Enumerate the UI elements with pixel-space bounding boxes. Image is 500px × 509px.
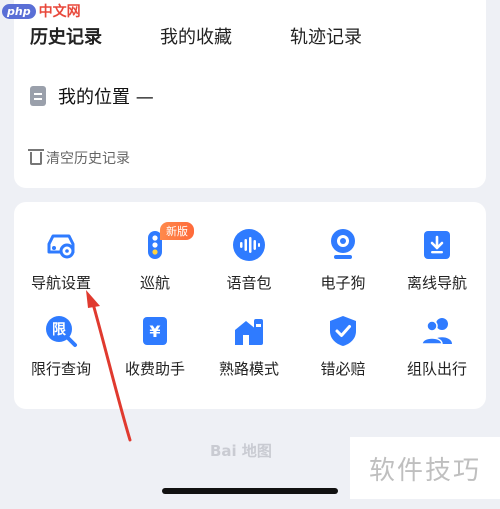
tool-label: 巡航 [139, 274, 170, 292]
shield-check-icon [326, 314, 360, 348]
tab-history[interactable]: 历史记录 [30, 23, 102, 49]
home-route-icon [232, 314, 266, 348]
toll-yuan-icon: ¥ [138, 314, 172, 348]
tool-voice-pack[interactable]: 语音包 [202, 228, 296, 293]
watermark-php: php 中文网 [0, 0, 81, 22]
tool-label: 语音包 [226, 274, 272, 292]
history-item-my-location[interactable]: 我的位置 — [30, 83, 154, 109]
tool-label: 收费助手 [124, 360, 185, 378]
home-indicator[interactable] [162, 488, 338, 494]
trash-icon [28, 148, 44, 165]
voice-wave-icon [232, 228, 266, 262]
tool-speed-camera[interactable]: 电子狗 [296, 228, 390, 293]
tool-offline-nav[interactable]: 离线导航 [390, 228, 484, 293]
svg-text:¥: ¥ [149, 322, 160, 341]
tool-label: 离线导航 [406, 274, 467, 292]
php-logo: php [2, 3, 36, 19]
tab-tracks[interactable]: 轨迹记录 [290, 23, 362, 49]
tool-label: 组队出行 [406, 360, 467, 378]
document-icon [30, 86, 46, 106]
php-site-name: 中文网 [38, 4, 81, 20]
tool-restriction-search[interactable]: 限 限行查询 [14, 314, 108, 379]
history-item-label: 我的位置 — [58, 87, 154, 108]
tool-label: 错必赔 [320, 360, 366, 378]
car-settings-icon [44, 228, 78, 262]
clear-history-label: 清空历史记录 [46, 151, 130, 167]
tool-label: 导航设置 [30, 274, 91, 292]
tool-label: 熟路模式 [218, 360, 279, 378]
svg-text:限: 限 [52, 322, 66, 338]
tool-familiar-route[interactable]: 熟路模式 [202, 314, 296, 379]
tools-card: 导航设置 巡航 语音包 电子狗 离线导航 限 限行查询 ¥ 收费助手 熟路模式 … [14, 202, 486, 409]
tool-compensation[interactable]: 错必赔 [296, 314, 390, 379]
clear-history-button[interactable]: 清空历史记录 [28, 148, 130, 168]
download-icon [420, 228, 454, 262]
tab-bar: 历史记录 我的收藏 轨迹记录 [30, 23, 470, 53]
watermark-software-tips: 软件技巧 [350, 437, 500, 499]
camera-icon [326, 228, 360, 262]
tool-nav-settings[interactable]: 导航设置 [14, 228, 108, 293]
history-card: 历史记录 我的收藏 轨迹记录 我的位置 — 清空历史记录 [14, 0, 486, 188]
tool-label: 电子狗 [320, 274, 366, 292]
group-icon [420, 314, 454, 348]
tab-favorites[interactable]: 我的收藏 [160, 23, 232, 49]
new-version-badge: 新版 [160, 222, 194, 240]
tool-group-travel[interactable]: 组队出行 [390, 314, 484, 379]
baidu-map-logo: Bai 地图 [210, 442, 272, 460]
tool-label: 限行查询 [30, 360, 91, 378]
tool-toll-assistant[interactable]: ¥ 收费助手 [108, 314, 202, 379]
restriction-search-icon: 限 [44, 314, 78, 348]
